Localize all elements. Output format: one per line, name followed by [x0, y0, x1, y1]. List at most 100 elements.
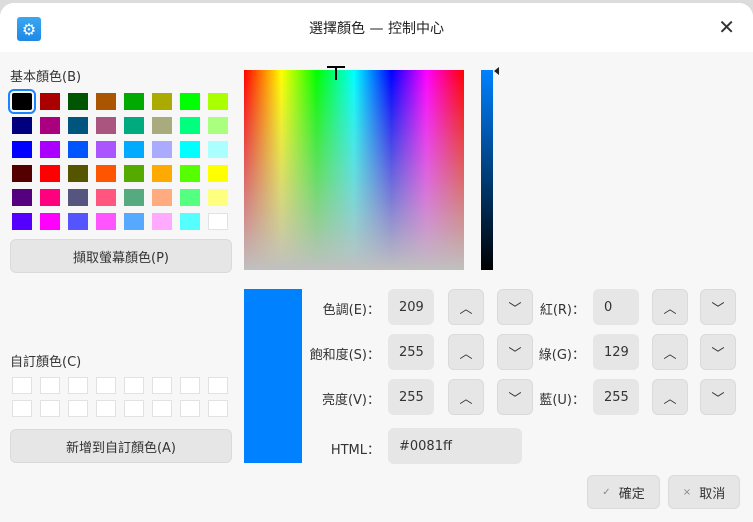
basic-color-swatch[interactable] [40, 117, 60, 134]
basic-color-swatch[interactable] [12, 213, 32, 230]
basic-color-swatch[interactable] [68, 189, 88, 206]
custom-color-swatch[interactable] [96, 400, 116, 417]
blue-increment-button[interactable]: ︿ [652, 379, 688, 415]
custom-color-swatch[interactable] [124, 377, 144, 394]
ok-button[interactable]: ✓ 確定 [587, 475, 660, 509]
hue-saturation-picker[interactable] [244, 70, 464, 270]
basic-color-swatch[interactable] [208, 189, 228, 206]
green-spinbox[interactable]: 129 [593, 334, 639, 370]
sat-decrement-button[interactable]: ﹀ [497, 334, 533, 370]
val-increment-button[interactable]: ︿ [448, 379, 484, 415]
basic-color-swatch[interactable] [208, 93, 228, 110]
custom-color-swatch[interactable] [40, 400, 60, 417]
basic-color-swatch[interactable] [208, 213, 228, 230]
basic-color-swatch[interactable] [12, 141, 32, 158]
custom-color-swatch[interactable] [152, 400, 172, 417]
green-increment-button[interactable]: ︿ [652, 334, 688, 370]
basic-color-swatch[interactable] [68, 141, 88, 158]
basic-color-swatch[interactable] [152, 189, 172, 206]
basic-color-swatch[interactable] [152, 165, 172, 182]
cancel-button[interactable]: × 取消 [668, 475, 740, 509]
crosshair-vertical [335, 66, 337, 80]
custom-color-swatch[interactable] [124, 400, 144, 417]
basic-color-swatch[interactable] [124, 117, 144, 134]
basic-color-swatch[interactable] [40, 165, 60, 182]
custom-color-swatch[interactable] [208, 377, 228, 394]
blue-decrement-button[interactable]: ﹀ [700, 379, 736, 415]
value-slider-arrow-icon[interactable] [494, 67, 499, 75]
basic-color-swatch[interactable] [152, 213, 172, 230]
basic-color-swatch[interactable] [40, 189, 60, 206]
basic-color-swatch[interactable] [180, 93, 200, 110]
custom-color-swatch[interactable] [68, 377, 88, 394]
basic-color-swatch[interactable] [180, 141, 200, 158]
red-decrement-button[interactable]: ﹀ [700, 289, 736, 325]
sat-spinbox[interactable]: 255 [388, 334, 434, 370]
sat-label: 飽和度(S)： [309, 348, 380, 363]
chevron-down-icon: ﹀ [711, 301, 725, 317]
basic-color-swatch[interactable] [8, 89, 36, 114]
custom-color-swatch[interactable] [40, 377, 60, 394]
custom-color-swatch[interactable] [208, 400, 228, 417]
pick-screen-color-button[interactable]: 擷取螢幕顏色(P) [10, 239, 232, 273]
custom-color-swatch[interactable] [180, 400, 200, 417]
custom-color-swatch[interactable] [96, 377, 116, 394]
basic-color-swatch[interactable] [180, 189, 200, 206]
basic-color-swatch[interactable] [208, 165, 228, 182]
basic-color-swatch[interactable] [40, 141, 60, 158]
hue-increment-button[interactable]: ︿ [448, 289, 484, 325]
basic-color-swatch[interactable] [152, 117, 172, 134]
add-custom-color-button[interactable]: 新增到自訂顏色(A) [10, 429, 232, 463]
basic-color-swatch[interactable] [96, 117, 116, 134]
basic-color-swatch[interactable] [12, 117, 32, 134]
basic-color-swatch[interactable] [12, 165, 32, 182]
custom-color-swatch[interactable] [152, 377, 172, 394]
basic-color-swatch[interactable] [152, 141, 172, 158]
basic-color-swatch[interactable] [12, 189, 32, 206]
chevron-up-icon: ︿ [459, 301, 473, 317]
basic-color-swatch[interactable] [124, 213, 144, 230]
basic-color-swatch[interactable] [96, 141, 116, 158]
basic-color-swatch[interactable] [124, 189, 144, 206]
val-decrement-button[interactable]: ﹀ [497, 379, 533, 415]
basic-color-swatch[interactable] [152, 93, 172, 110]
chevron-down-icon: ﹀ [711, 346, 725, 362]
basic-color-swatch[interactable] [96, 93, 116, 110]
close-icon[interactable]: ✕ [718, 15, 735, 39]
chevron-down-icon: ﹀ [711, 391, 725, 407]
basic-color-swatch[interactable] [68, 117, 88, 134]
custom-color-swatch[interactable] [68, 400, 88, 417]
hue-spinbox[interactable]: 209 [388, 289, 434, 325]
custom-color-swatch[interactable] [180, 377, 200, 394]
red-spinbox[interactable]: 0 [593, 289, 639, 325]
custom-color-swatch[interactable] [12, 400, 32, 417]
hue-decrement-button[interactable]: ﹀ [497, 289, 533, 325]
html-input[interactable]: #0081ff [388, 428, 522, 464]
sat-increment-button[interactable]: ︿ [448, 334, 484, 370]
basic-color-swatch[interactable] [96, 165, 116, 182]
basic-color-swatch[interactable] [68, 165, 88, 182]
blue-spinbox[interactable]: 255 [593, 379, 639, 415]
basic-color-swatch[interactable] [96, 189, 116, 206]
blue-label: 藍(U)： [539, 393, 585, 408]
basic-color-swatch[interactable] [124, 93, 144, 110]
basic-color-swatch[interactable] [180, 117, 200, 134]
basic-color-swatch[interactable] [124, 141, 144, 158]
basic-color-swatch[interactable] [40, 93, 60, 110]
value-slider[interactable] [481, 70, 493, 270]
basic-color-swatch[interactable] [68, 93, 88, 110]
basic-color-swatch[interactable] [180, 165, 200, 182]
val-spinbox[interactable]: 255 [388, 379, 434, 415]
basic-color-swatch[interactable] [40, 213, 60, 230]
red-increment-button[interactable]: ︿ [652, 289, 688, 325]
green-decrement-button[interactable]: ﹀ [700, 334, 736, 370]
basic-color-swatch[interactable] [124, 165, 144, 182]
basic-colors-label: 基本顏色(B) [10, 70, 82, 85]
custom-color-swatch[interactable] [12, 377, 32, 394]
basic-color-swatch[interactable] [208, 117, 228, 134]
basic-color-swatch[interactable] [96, 213, 116, 230]
basic-color-swatch[interactable] [68, 213, 88, 230]
title-bar: ⚙ 選擇顏色 — 控制中心 ✕ [0, 3, 753, 52]
basic-color-swatch[interactable] [180, 213, 200, 230]
basic-color-swatch[interactable] [208, 141, 228, 158]
